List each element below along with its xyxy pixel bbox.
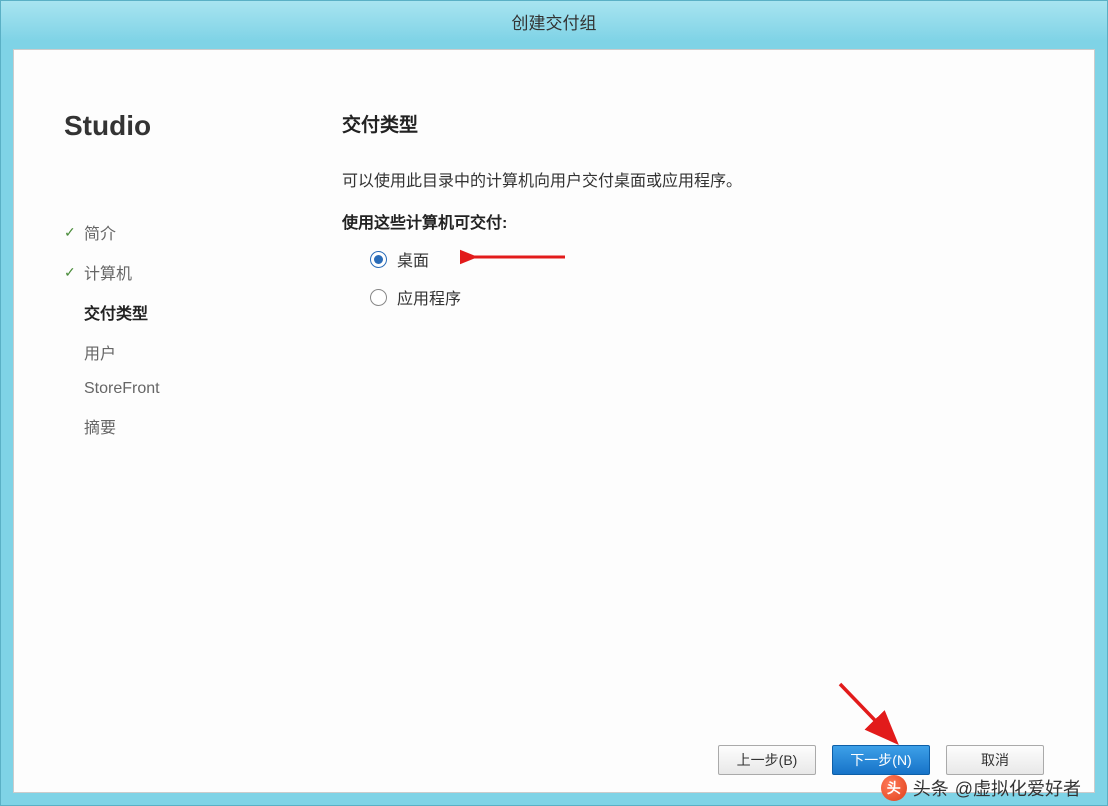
next-button[interactable]: 下一步(N) bbox=[832, 745, 930, 775]
wizard-button-bar: 上一步(B) 下一步(N) 取消 bbox=[14, 728, 1094, 792]
wizard-content: 交付类型 可以使用此目录中的计算机向用户交付桌面或应用程序。 使用这些计算机可交… bbox=[282, 50, 1094, 728]
wizard-main: Studio 简介 计算机 交付类型 用户 StoreFront bbox=[14, 50, 1094, 728]
step-machines[interactable]: 计算机 bbox=[64, 252, 282, 292]
step-storefront[interactable]: StoreFront bbox=[64, 372, 282, 406]
content-description: 可以使用此目录中的计算机向用户交付桌面或应用程序。 bbox=[342, 167, 1054, 191]
radio-indicator-icon bbox=[370, 251, 387, 268]
titlebar: 创建交付组 bbox=[1, 1, 1107, 41]
radio-label: 应用程序 bbox=[397, 285, 461, 309]
step-label: 用户 bbox=[84, 340, 116, 364]
step-delivery-type[interactable]: 交付类型 bbox=[64, 292, 282, 332]
brand-title: Studio bbox=[64, 110, 282, 142]
delivery-type-radio-group: 桌面 应用程序 bbox=[342, 247, 1054, 309]
step-users[interactable]: 用户 bbox=[64, 332, 282, 372]
wizard-sidebar: Studio 简介 计算机 交付类型 用户 StoreFront bbox=[14, 50, 282, 728]
step-label: 摘要 bbox=[84, 414, 116, 438]
radio-option-applications[interactable]: 应用程序 bbox=[370, 285, 1054, 309]
content-subhead: 使用这些计算机可交付: bbox=[342, 209, 1054, 233]
radio-label: 桌面 bbox=[397, 247, 429, 271]
radio-option-desktop[interactable]: 桌面 bbox=[370, 247, 1054, 271]
step-intro[interactable]: 简介 bbox=[64, 212, 282, 252]
step-summary[interactable]: 摘要 bbox=[64, 406, 282, 446]
step-list: 简介 计算机 交付类型 用户 StoreFront 摘要 bbox=[64, 212, 282, 446]
step-label: 计算机 bbox=[84, 260, 132, 284]
step-label: 交付类型 bbox=[84, 300, 148, 324]
wizard-window: 创建交付组 Studio 简介 计算机 交付类型 用户 bbox=[0, 0, 1108, 806]
annotation-arrow-icon bbox=[460, 249, 570, 265]
cancel-button[interactable]: 取消 bbox=[946, 745, 1044, 775]
back-button[interactable]: 上一步(B) bbox=[718, 745, 816, 775]
step-label: StoreFront bbox=[84, 380, 160, 398]
step-label: 简介 bbox=[84, 220, 116, 244]
window-title: 创建交付组 bbox=[512, 9, 597, 34]
content-heading: 交付类型 bbox=[342, 110, 1054, 137]
radio-indicator-icon bbox=[370, 289, 387, 306]
wizard-body: Studio 简介 计算机 交付类型 用户 StoreFront bbox=[13, 49, 1095, 793]
